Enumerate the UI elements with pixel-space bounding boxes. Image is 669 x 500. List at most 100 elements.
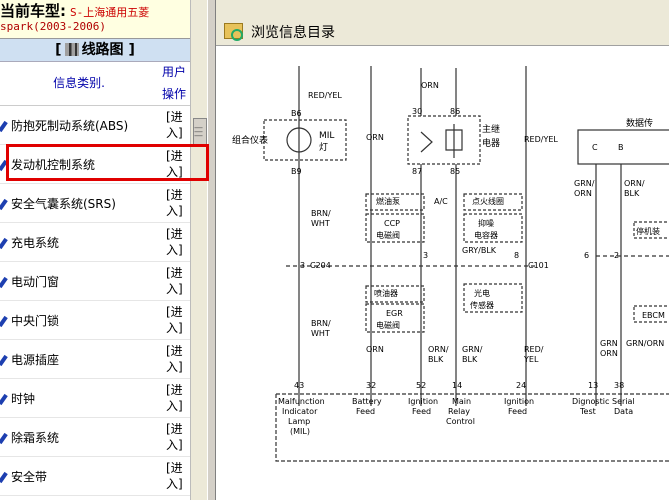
svg-text:数据传: 数据传: [626, 117, 653, 129]
model-variant: spark(2003-2006): [0, 20, 106, 33]
svg-text:C101: C101: [528, 261, 549, 270]
category-label: 安全带: [11, 469, 48, 484]
section-title: 线路图: [81, 42, 124, 58]
table-row: 安全气囊系统(SRS) [进 入]: [0, 184, 190, 223]
svg-text:组合仪表: 组合仪表: [232, 134, 268, 146]
svg-text:MIL: MIL: [319, 131, 334, 141]
svg-text:30: 30: [412, 107, 422, 116]
category-label: 中央门锁: [11, 313, 60, 328]
svg-text:RED/YEL: RED/YEL: [308, 91, 342, 100]
svg-text:43: 43: [294, 381, 304, 390]
svg-text:EGR: EGR: [386, 309, 403, 318]
svg-text:ORN/: ORN/: [624, 179, 645, 188]
enter-link[interactable]: [进 入]: [166, 421, 190, 453]
svg-text:GRN/: GRN/: [462, 345, 483, 354]
svg-text:86: 86: [450, 107, 460, 116]
col-header-type: 信息类别.: [53, 76, 105, 90]
category-label: 电源插座: [11, 352, 60, 367]
svg-text:WHT: WHT: [311, 219, 330, 228]
category-link[interactable]: 防抱死制动系统(ABS): [0, 117, 166, 134]
svg-text:3: 3: [423, 251, 428, 260]
table-row: 电动门窗 [进 入]: [0, 262, 190, 301]
svg-text:YEL: YEL: [523, 355, 539, 364]
category-link[interactable]: 充电系统: [0, 234, 166, 251]
category-label: 安全气囊系统(SRS): [11, 196, 116, 211]
svg-text:Feed: Feed: [508, 407, 527, 416]
table-header: 信息类别. 用户 操作: [0, 61, 190, 106]
svg-text:点火线圈: 点火线圈: [472, 196, 504, 206]
svg-text:Battery: Battery: [352, 397, 382, 406]
svg-text:13: 13: [588, 381, 598, 390]
enter-link[interactable]: [进 入]: [166, 187, 190, 219]
svg-text:GRN: GRN: [600, 339, 618, 348]
left-scrollbar[interactable]: — — —: [190, 0, 208, 500]
pen-icon: [0, 275, 10, 287]
svg-text:电容器: 电容器: [474, 230, 498, 240]
svg-text:ORN: ORN: [421, 81, 439, 90]
svg-text:8: 8: [514, 251, 519, 260]
wiring-diagram-svg: RED/YEL ORN B6 B9 组合仪表 MIL 灯 ORN 30 86 8…: [232, 66, 669, 462]
pen-icon: [0, 470, 10, 482]
model-header: 当前车型: S-上海通用五菱 spark(2003-2006): [0, 0, 190, 39]
category-link[interactable]: 电源插座: [0, 351, 166, 368]
svg-text:52: 52: [416, 381, 426, 390]
table-row: 充电系统 [进 入]: [0, 223, 190, 262]
svg-text:32: 32: [366, 381, 376, 390]
svg-text:灯: 灯: [319, 142, 328, 153]
svg-text:38: 38: [614, 381, 624, 390]
svg-text:燃油泵: 燃油泵: [376, 196, 400, 206]
svg-text:Data: Data: [614, 407, 633, 416]
category-link[interactable]: 安全气囊系统(SRS): [0, 195, 166, 212]
pen-icon: [0, 392, 10, 404]
model-name: S-上海通用五菱: [70, 6, 150, 19]
svg-text:停机装: 停机装: [636, 226, 660, 236]
pen-icon: [0, 314, 10, 326]
svg-text:B6: B6: [291, 109, 302, 118]
table-row: 中央门锁 [进 入]: [0, 301, 190, 340]
category-link[interactable]: 中央门锁: [0, 312, 166, 329]
pen-icon: [0, 236, 10, 248]
enter-link[interactable]: [进 入]: [166, 226, 190, 258]
category-link[interactable]: 时钟: [0, 390, 166, 407]
left-frame: 当前车型: S-上海通用五菱 spark(2003-2006) [线路图 ] 信息…: [0, 0, 190, 500]
svg-text:ORN: ORN: [366, 345, 384, 354]
svg-text:Malfunction: Malfunction: [278, 397, 325, 406]
enter-link[interactable]: [进 入]: [166, 265, 190, 297]
category-link[interactable]: 电动门窗: [0, 273, 166, 290]
category-link[interactable]: 安全带: [0, 468, 166, 485]
svg-text:C: C: [592, 143, 598, 152]
svg-text:BLK: BLK: [624, 189, 640, 198]
svg-text:ORN: ORN: [574, 189, 592, 198]
svg-text:CCP: CCP: [384, 219, 400, 228]
pen-icon: [0, 431, 10, 443]
enter-link[interactable]: [进 入]: [166, 460, 190, 492]
svg-text:3: 3: [300, 261, 305, 270]
svg-text:Feed: Feed: [412, 407, 431, 416]
table-row: 除霜系统 [进 入]: [0, 418, 190, 457]
svg-text:Relay: Relay: [448, 407, 470, 416]
category-link[interactable]: 除霜系统: [0, 429, 166, 446]
enter-link[interactable]: [进 入]: [166, 304, 190, 336]
table-row: 时钟 [进 入]: [0, 379, 190, 418]
highlight-box: [6, 144, 209, 181]
svg-text:87: 87: [412, 167, 422, 176]
svg-text:Serial: Serial: [612, 397, 635, 406]
svg-text:BLK: BLK: [428, 355, 444, 364]
svg-text:光电: 光电: [474, 288, 490, 298]
svg-text:ORN: ORN: [600, 349, 618, 358]
svg-text:(MIL): (MIL): [290, 427, 310, 436]
svg-text:传感器: 传感器: [470, 300, 494, 310]
model-label: 当前车型:: [0, 2, 66, 20]
right-title: 浏览信息目录: [251, 25, 335, 41]
svg-text:喷油器: 喷油器: [374, 288, 398, 298]
enter-link[interactable]: [进 入]: [166, 382, 190, 414]
svg-text:BLK: BLK: [462, 355, 478, 364]
svg-text:6: 6: [584, 251, 589, 260]
enter-link[interactable]: [进 入]: [166, 343, 190, 375]
pen-icon: [0, 119, 10, 131]
svg-text:RED/YEL: RED/YEL: [524, 135, 558, 144]
svg-text:24: 24: [516, 381, 526, 390]
svg-text:电磁阀: 电磁阀: [376, 320, 400, 330]
enter-link[interactable]: [进 入]: [166, 109, 190, 141]
svg-text:WHT: WHT: [311, 329, 330, 338]
